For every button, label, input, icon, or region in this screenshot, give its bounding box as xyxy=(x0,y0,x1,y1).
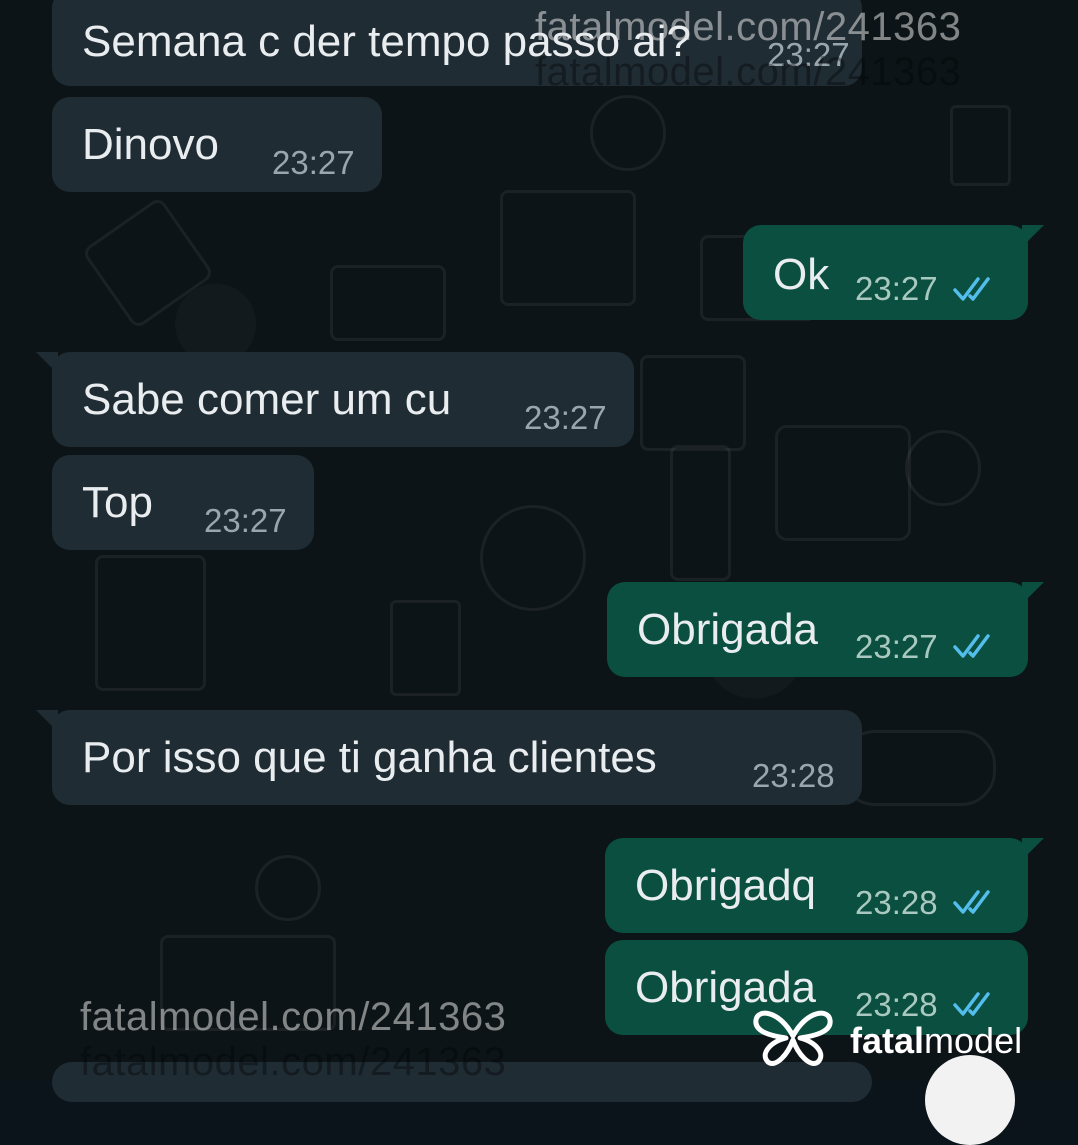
watermark-bottom-shadow: fatalmodel.com/241363 xyxy=(80,1040,507,1084)
message-text: Obrigadq xyxy=(635,861,817,910)
message-time: 23:28 xyxy=(752,757,835,794)
message-time: 23:27 xyxy=(204,502,287,539)
bubble-tail xyxy=(36,352,58,374)
bubble-tail xyxy=(1022,225,1044,247)
message-time: 23:27 xyxy=(855,270,938,307)
message-time: 23:28 xyxy=(855,884,938,921)
double-check-icon xyxy=(953,634,990,658)
message-text: Top xyxy=(82,478,153,527)
fatalmodel-butterfly-icon xyxy=(753,1010,833,1066)
message-text: Ok xyxy=(773,250,830,299)
outgoing-message[interactable]: Obrigadq 23:28 xyxy=(605,838,1044,933)
incoming-message[interactable]: Dinovo 23:27 xyxy=(52,97,382,192)
watermark-top-shadow: fatalmodel.com/241363 xyxy=(535,50,962,94)
message-time: 23:27 xyxy=(272,144,355,181)
fatalmodel-logo: fatalmodel xyxy=(750,1004,1070,1070)
bubble-tail xyxy=(36,710,58,732)
outgoing-message[interactable]: Ok 23:27 xyxy=(743,225,1044,320)
message-text: Dinovo xyxy=(82,120,219,169)
incoming-message[interactable]: Por isso que ti ganha clientes 23:28 xyxy=(36,710,862,805)
message-list[interactable]: Semana c der tempo passo ai? 23:27 Dinov… xyxy=(0,0,1078,1145)
message-text: Por isso que ti ganha clientes xyxy=(82,733,657,782)
message-time: 23:27 xyxy=(524,399,607,436)
double-check-icon xyxy=(953,277,990,301)
double-check-icon xyxy=(953,890,990,914)
message-time: 23:27 xyxy=(855,628,938,665)
bubble-tail xyxy=(1022,582,1044,604)
watermark-bottom: fatalmodel.com/241363 xyxy=(80,995,507,1039)
incoming-message[interactable]: Top 23:27 xyxy=(52,455,314,550)
message-text: Obrigada xyxy=(637,605,819,654)
message-text: Sabe comer um cu xyxy=(82,375,452,424)
outgoing-message[interactable]: Obrigada 23:27 xyxy=(607,582,1044,677)
bubble-tail xyxy=(1022,838,1044,860)
fatalmodel-wordmark: fatalmodel xyxy=(850,1020,1023,1061)
incoming-message[interactable]: Sabe comer um cu 23:27 xyxy=(36,352,634,447)
watermark-top: fatalmodel.com/241363 xyxy=(535,5,962,49)
